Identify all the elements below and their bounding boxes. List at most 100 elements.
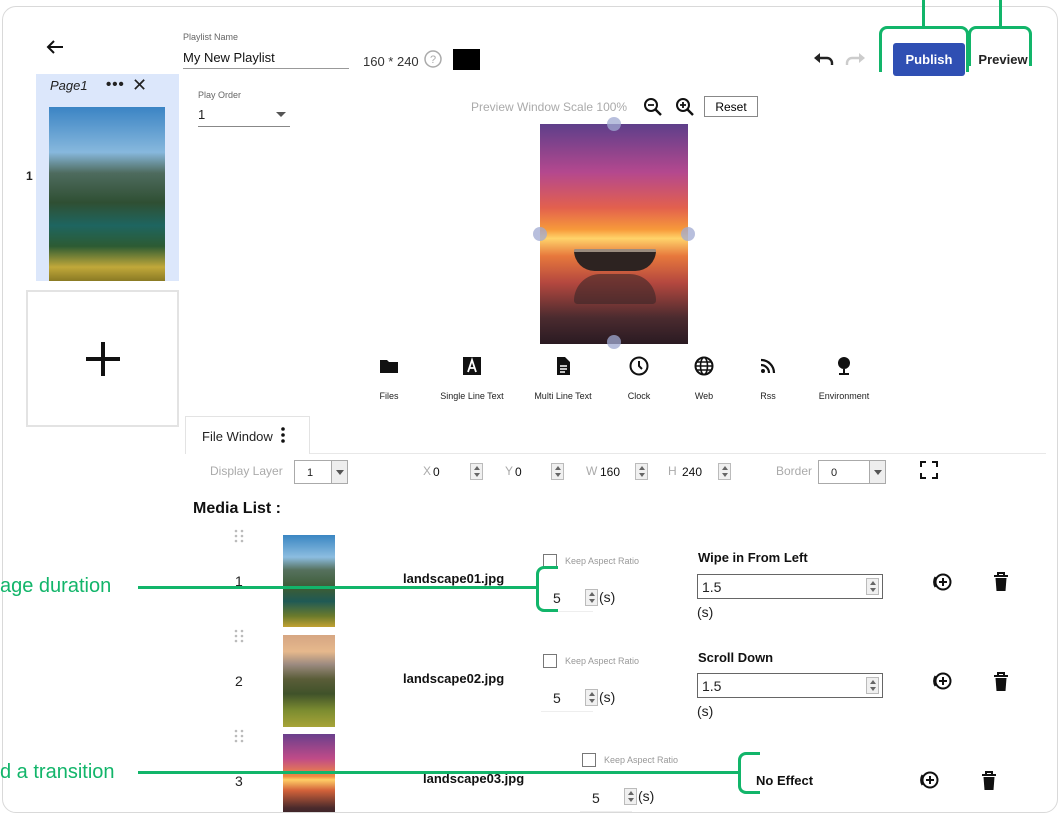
drag-handle-icon[interactable]: [234, 529, 244, 543]
scale-label-text: Preview Window Scale: [471, 100, 594, 114]
duration-value: 5: [592, 790, 600, 806]
annotation-line-preview: [999, 0, 1002, 27]
duration-input[interactable]: 5: [580, 782, 637, 812]
x-stepper[interactable]: [470, 463, 483, 480]
resize-handle-left[interactable]: [533, 227, 547, 241]
add-circle-icon[interactable]: [918, 769, 940, 791]
h-input[interactable]: [682, 462, 712, 482]
page-close-icon[interactable]: ✕: [132, 76, 147, 94]
display-layer-value: 1: [307, 467, 314, 479]
preview-image-boat: [574, 249, 656, 271]
document-icon: [557, 357, 570, 375]
keep-aspect-checkbox[interactable]: [543, 654, 557, 668]
tab-label: File Window: [202, 429, 273, 444]
folder-icon: [380, 360, 398, 373]
w-input[interactable]: [600, 462, 630, 482]
drag-handle-icon[interactable]: [234, 629, 244, 643]
transition-duration-value: 1.5: [702, 579, 722, 595]
page-thumbnail: [49, 107, 165, 281]
transition-duration-value: 1.5: [702, 678, 722, 694]
page-more-icon[interactable]: •••: [106, 76, 125, 93]
page-card[interactable]: Page1 ••• ✕: [36, 74, 179, 281]
duration-stepper[interactable]: [624, 788, 637, 805]
transition-unit: (s): [697, 703, 714, 719]
back-arrow-icon[interactable]: [43, 35, 67, 59]
duration-input[interactable]: 5: [541, 682, 598, 712]
h-stepper[interactable]: [718, 463, 731, 480]
resize-handle-right[interactable]: [681, 227, 695, 241]
x-input[interactable]: [433, 462, 463, 482]
annotation-bracket-publish: [879, 26, 969, 72]
caret-down-icon: [276, 112, 286, 117]
duration-unit: (s): [599, 589, 616, 605]
rss-icon: [760, 358, 776, 374]
media-thumbnail[interactable]: [283, 635, 335, 727]
transition-duration-stepper[interactable]: [866, 677, 879, 694]
undo-icon[interactable]: [813, 51, 835, 69]
h-label: H: [668, 464, 677, 478]
zoom-in-icon[interactable]: [675, 97, 695, 117]
page-number: 1: [26, 169, 33, 183]
trash-icon[interactable]: [981, 771, 997, 791]
scale-value: 100%: [596, 100, 628, 114]
editor-window: Playlist Name 160 * 240 ? Publish Previe…: [2, 6, 1058, 813]
media-index: 2: [235, 673, 243, 689]
dropdown-arrow-icon: [331, 461, 347, 483]
border-select[interactable]: 0: [818, 460, 886, 484]
reset-button[interactable]: Reset: [704, 96, 758, 117]
duration-unit: (s): [599, 689, 616, 705]
keep-aspect-label: Keep Aspect Ratio: [604, 755, 679, 765]
trash-icon[interactable]: [993, 572, 1009, 592]
media-filename: landscape02.jpg: [403, 671, 505, 686]
y-input[interactable]: [515, 462, 545, 482]
background-color-swatch[interactable]: [453, 49, 480, 70]
add-page-button[interactable]: [26, 290, 179, 427]
duration-stepper[interactable]: [585, 689, 598, 706]
transition-duration-input[interactable]: 1.5: [697, 574, 883, 599]
annotation-line-transition: [138, 771, 741, 774]
resize-handle-top[interactable]: [607, 117, 621, 131]
y-stepper[interactable]: [551, 463, 564, 480]
transition-duration-stepper[interactable]: [866, 578, 879, 595]
media-filename: landscape01.jpg: [403, 571, 505, 586]
annotation-add-transition: d a transition: [0, 761, 115, 783]
dropdown-arrow-icon: [869, 461, 885, 483]
tool-environment[interactable]: Environment: [799, 355, 889, 407]
fullscreen-icon[interactable]: [920, 461, 938, 479]
transition-name[interactable]: Wipe in From Left: [698, 550, 808, 565]
media-index: 3: [235, 773, 243, 789]
add-circle-icon[interactable]: [931, 670, 953, 692]
tool-label: Environment: [818, 391, 870, 401]
tab-file-window[interactable]: File Window: [185, 416, 310, 454]
annotation-image-duration: age duration: [0, 575, 112, 597]
transition-name[interactable]: No Effect: [756, 773, 813, 788]
resolution-text: 160 * 240: [363, 54, 419, 69]
transition-name[interactable]: Scroll Down: [698, 650, 773, 665]
kebab-menu-icon[interactable]: [281, 427, 285, 443]
transition-unit: (s): [697, 604, 714, 620]
globe-icon: [694, 356, 714, 376]
play-order-select[interactable]: 1: [198, 105, 290, 127]
x-label: X: [423, 464, 432, 478]
tool-single-line-text[interactable]: Single Line Text: [427, 355, 517, 407]
media-thumbnail[interactable]: [283, 535, 335, 627]
svg-text:?: ?: [430, 54, 436, 66]
w-stepper[interactable]: [635, 463, 648, 480]
redo-icon[interactable]: [844, 51, 866, 69]
drag-handle-icon[interactable]: [234, 729, 244, 743]
transition-duration-input[interactable]: 1.5: [697, 673, 883, 698]
play-order-value: 1: [198, 107, 206, 122]
duration-stepper[interactable]: [585, 589, 598, 606]
preview-window[interactable]: [533, 117, 695, 349]
playlist-name-label: Playlist Name: [183, 32, 239, 42]
resize-handle-bottom[interactable]: [607, 335, 621, 349]
add-circle-icon[interactable]: [931, 571, 953, 593]
help-icon[interactable]: ?: [424, 50, 442, 68]
keep-aspect-checkbox[interactable]: [582, 753, 596, 767]
display-layer-select[interactable]: 1: [294, 460, 348, 484]
clock-icon: [629, 356, 649, 376]
zoom-out-icon[interactable]: [643, 97, 663, 117]
tool-files[interactable]: Files: [344, 355, 434, 407]
trash-icon[interactable]: [993, 672, 1009, 692]
playlist-name-input[interactable]: [183, 47, 349, 69]
